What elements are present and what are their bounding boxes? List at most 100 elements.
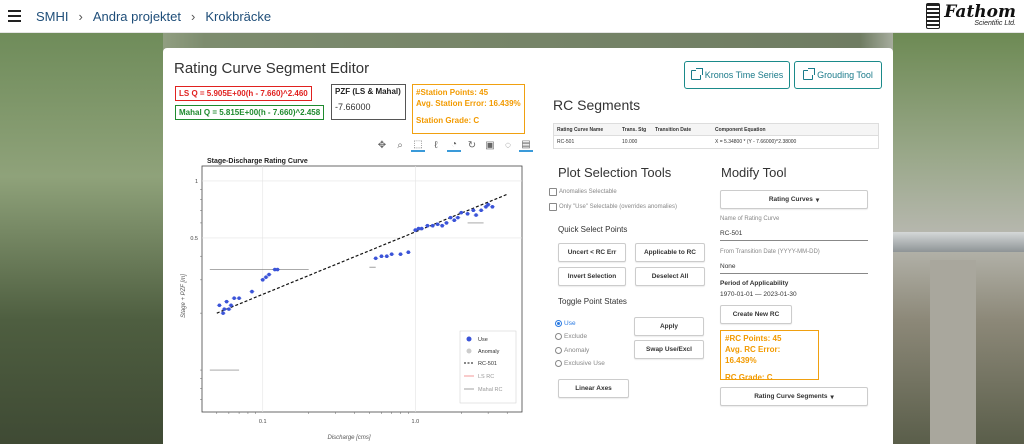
chart-legend: Use Anomaly RC-501 LS RC Mahal RC	[459, 330, 517, 404]
radio-exclude[interactable]: Exclude	[555, 333, 587, 340]
divider	[720, 240, 868, 241]
use-point	[430, 223, 435, 228]
use-point	[224, 299, 229, 304]
breadcrumb-smhi[interactable]: SMHI	[36, 9, 69, 24]
apply-button[interactable]: Apply	[634, 317, 704, 336]
from-date-value[interactable]: None	[720, 263, 736, 270]
only-use-selectable-checkbox[interactable]: Only "Use" Selectable (overrides anomali…	[549, 203, 677, 211]
legend-rc-501: RC-501	[478, 361, 497, 367]
page-title: Rating Curve Segment Editor	[174, 60, 370, 77]
divider	[720, 273, 868, 274]
legend-anomaly: Anomaly	[478, 349, 500, 355]
plot-toolbar: ✥ ⌕ ⬚ ℓ ◔ ↻ ▣ ◌ ▤	[375, 138, 533, 152]
uncert-button[interactable]: Uncert < RC Err	[558, 243, 626, 262]
background-guardrail	[893, 232, 1024, 252]
external-link-icon	[803, 68, 816, 80]
save-icon[interactable]: ▣	[483, 138, 497, 152]
zoom-icon[interactable]: ⌕	[393, 138, 407, 152]
use-point	[471, 208, 476, 213]
use-point	[217, 303, 222, 308]
linear-axes-button[interactable]: Linear Axes	[558, 379, 629, 398]
swap-use-excl-button[interactable]: Swap Use/Excl	[634, 340, 704, 359]
create-new-rc-button[interactable]: Create New RC	[720, 305, 792, 324]
rc-stats: #RC Points: 45 Avg. RC Error: 16.439% RC…	[720, 330, 819, 382]
legend-use: Use	[478, 337, 488, 343]
deselect-all-button[interactable]: Deselect All	[635, 267, 705, 286]
use-point	[459, 210, 464, 215]
rc-segments-title: RC Segments	[553, 97, 641, 113]
use-point	[384, 254, 389, 259]
rating-curve-segments-dropdown[interactable]: Rating Curve Segments ▾	[720, 387, 868, 406]
period-label: Period of Applicability	[720, 280, 789, 287]
breadcrumb-separator-icon: ›	[191, 8, 196, 24]
applicable-button[interactable]: Applicable to RC	[635, 243, 705, 262]
box-select-icon[interactable]: ⬚	[411, 138, 425, 152]
pzf-box: PZF (LS & Mahal) -7.66000	[331, 84, 406, 120]
use-point	[221, 311, 225, 315]
external-link-icon	[690, 68, 703, 80]
legend-ls-rc: LS RC	[478, 374, 494, 380]
use-point	[474, 213, 478, 217]
use-point	[452, 218, 457, 223]
reset-icon[interactable]: ↻	[465, 138, 479, 152]
table-header: Rating Curve Name Trans. Stg Transition …	[554, 124, 878, 136]
plot-selection-title: Plot Selection Tools	[558, 165, 672, 180]
breadcrumb-station[interactable]: Krokbräcke	[205, 9, 271, 24]
name-value[interactable]: RC-501	[720, 230, 742, 237]
modify-tool-title: Modify Tool	[721, 165, 787, 180]
use-point	[479, 208, 483, 213]
use-point	[264, 275, 268, 279]
x-tick-label: 1.0	[412, 419, 420, 425]
legend-mahal-rc: Mahal RC	[478, 387, 502, 393]
lasso-select-icon[interactable]: ℓ	[429, 138, 443, 152]
top-bar: SMHI › Andra projektet › Krokbräcke Fath…	[0, 0, 1024, 33]
use-point	[260, 278, 265, 282]
y-tick-label: 0.5	[190, 236, 198, 242]
invert-selection-button[interactable]: Invert Selection	[558, 267, 626, 286]
radio-anomaly[interactable]: Anomaly	[555, 347, 589, 354]
menu-icon[interactable]	[8, 10, 21, 22]
y-tick-label: 1	[195, 179, 198, 185]
rating-curves-dropdown[interactable]: Rating Curves ▾	[720, 190, 868, 209]
use-point	[490, 205, 495, 209]
use-point	[448, 215, 453, 220]
hover-icon[interactable]: ◌	[501, 138, 515, 152]
toggle-states-title: Toggle Point States	[558, 297, 627, 306]
background-post	[930, 260, 976, 444]
pzf-value[interactable]: -7.66000	[335, 102, 402, 112]
use-point	[398, 252, 403, 256]
station-stats: #Station Points: 45 Avg. Station Error: …	[412, 84, 525, 134]
use-point	[440, 223, 445, 228]
rating-curve-chart[interactable]: Stage-Discharge Rating Curve 0.1 1.010.5 …	[173, 156, 525, 444]
use-point	[444, 221, 449, 225]
chart-title: Stage-Discharge Rating Curve	[207, 158, 308, 165]
use-point	[229, 303, 233, 308]
use-point	[419, 226, 424, 231]
editor-panel: Rating Curve Segment Editor Kronos Time …	[163, 48, 893, 444]
caret-down-icon: ▾	[830, 393, 834, 401]
breadcrumb-project[interactable]: Andra projektet	[93, 9, 181, 24]
logo-icon	[926, 3, 941, 29]
use-point	[486, 202, 490, 207]
radio-exclusive-use[interactable]: Exclusive Use	[555, 360, 605, 367]
use-point	[406, 250, 411, 255]
use-point	[456, 215, 460, 220]
wheel-zoom-icon[interactable]: ◔	[447, 138, 461, 152]
from-date-label: From Transition Date (YYYY-MM-DD)	[720, 249, 820, 255]
anomalies-selectable-checkbox[interactable]: Anomalies Selectable	[549, 188, 617, 196]
ls-equation: LS Q = 5.905E+00(h - 7.660)^2.460	[175, 86, 312, 101]
use-point	[237, 296, 241, 300]
grouding-tool-button[interactable]: Grouding Tool	[794, 61, 882, 89]
use-point	[379, 254, 384, 259]
quick-select-title: Quick Select Points	[558, 225, 628, 234]
use-point	[267, 272, 271, 277]
pan-icon[interactable]: ✥	[375, 138, 389, 152]
period-value: 1970-01-01 — 2023-01-30	[720, 291, 797, 298]
tap-icon[interactable]: ▤	[519, 138, 533, 152]
table-row[interactable]: RC-501 10.000 X = 5.34800 * (Y - 7.66000…	[554, 136, 878, 148]
use-point	[227, 307, 231, 311]
caret-down-icon: ▾	[815, 196, 820, 204]
kronos-time-series-button[interactable]: Kronos Time Series	[684, 61, 790, 89]
radio-use[interactable]: Use	[555, 320, 576, 327]
y-axis-label: Stage + PZF [m]	[181, 274, 187, 318]
